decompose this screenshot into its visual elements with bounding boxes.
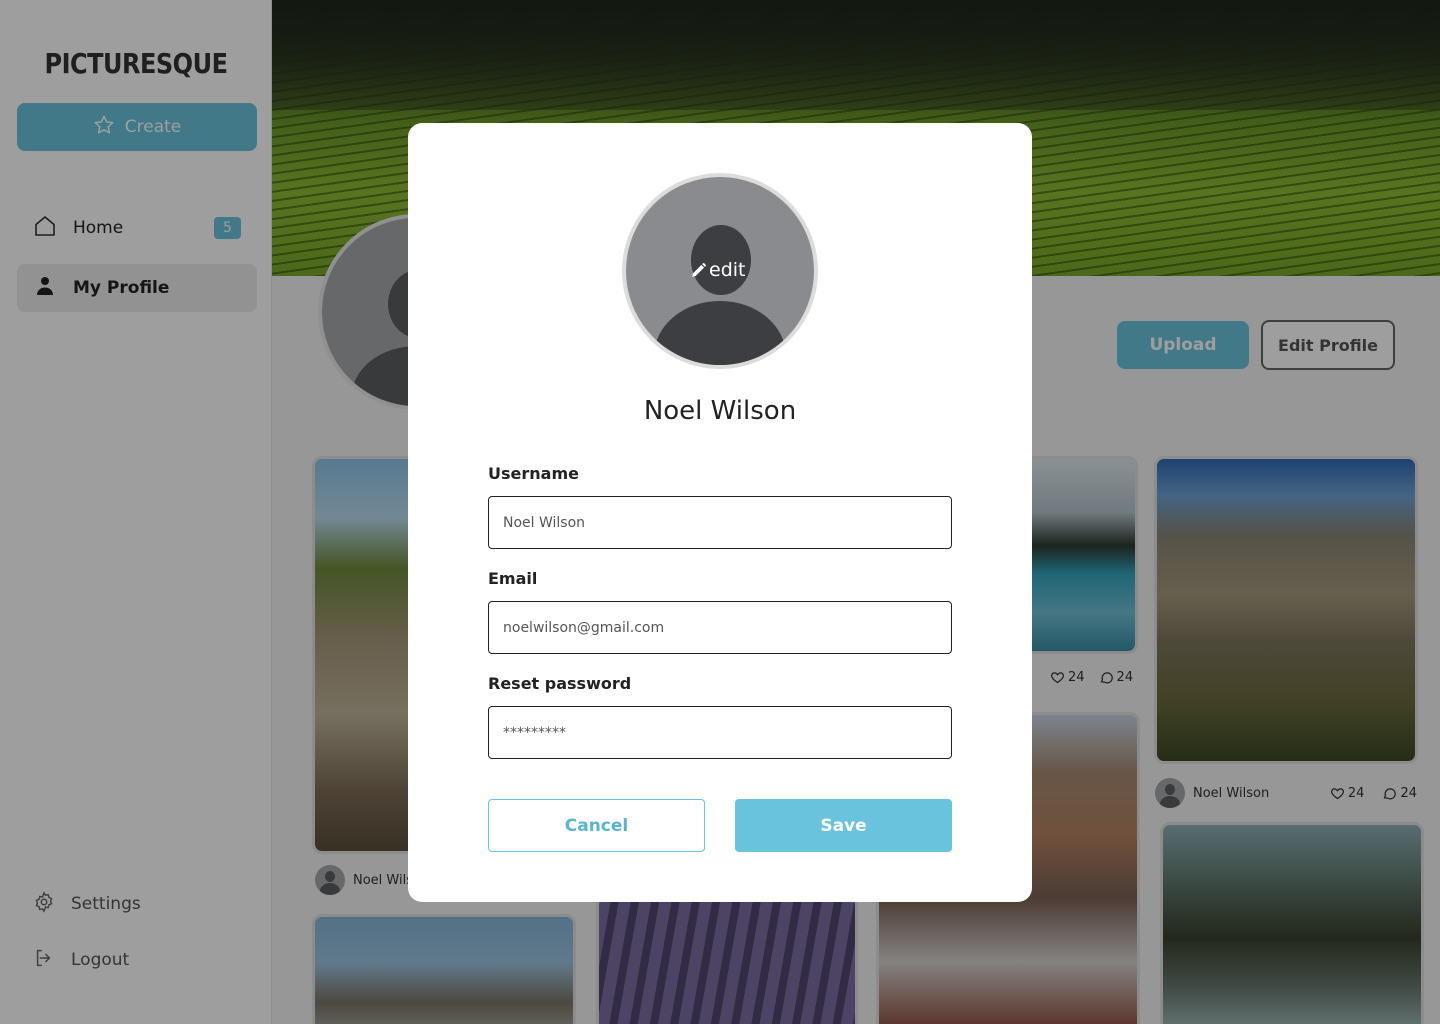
email-label: Email [488,569,538,588]
modal-user-name: Noel Wilson [643,396,797,426]
email-input[interactable] [488,601,952,654]
cancel-button[interactable]: Cancel [488,799,705,852]
avatar-edit-label: edit [709,259,746,281]
edit-profile-modal: edit Noel Wilson Username Email Reset pa… [408,123,1032,902]
password-label: Reset password [488,674,632,693]
modal-avatar[interactable]: edit [622,173,818,369]
save-button[interactable]: Save [735,799,952,852]
username-label: Username [488,464,579,483]
avatar-edit-button[interactable]: edit [690,259,745,281]
pencil-icon [692,262,706,277]
password-input[interactable] [488,706,952,759]
username-input[interactable] [488,496,952,549]
